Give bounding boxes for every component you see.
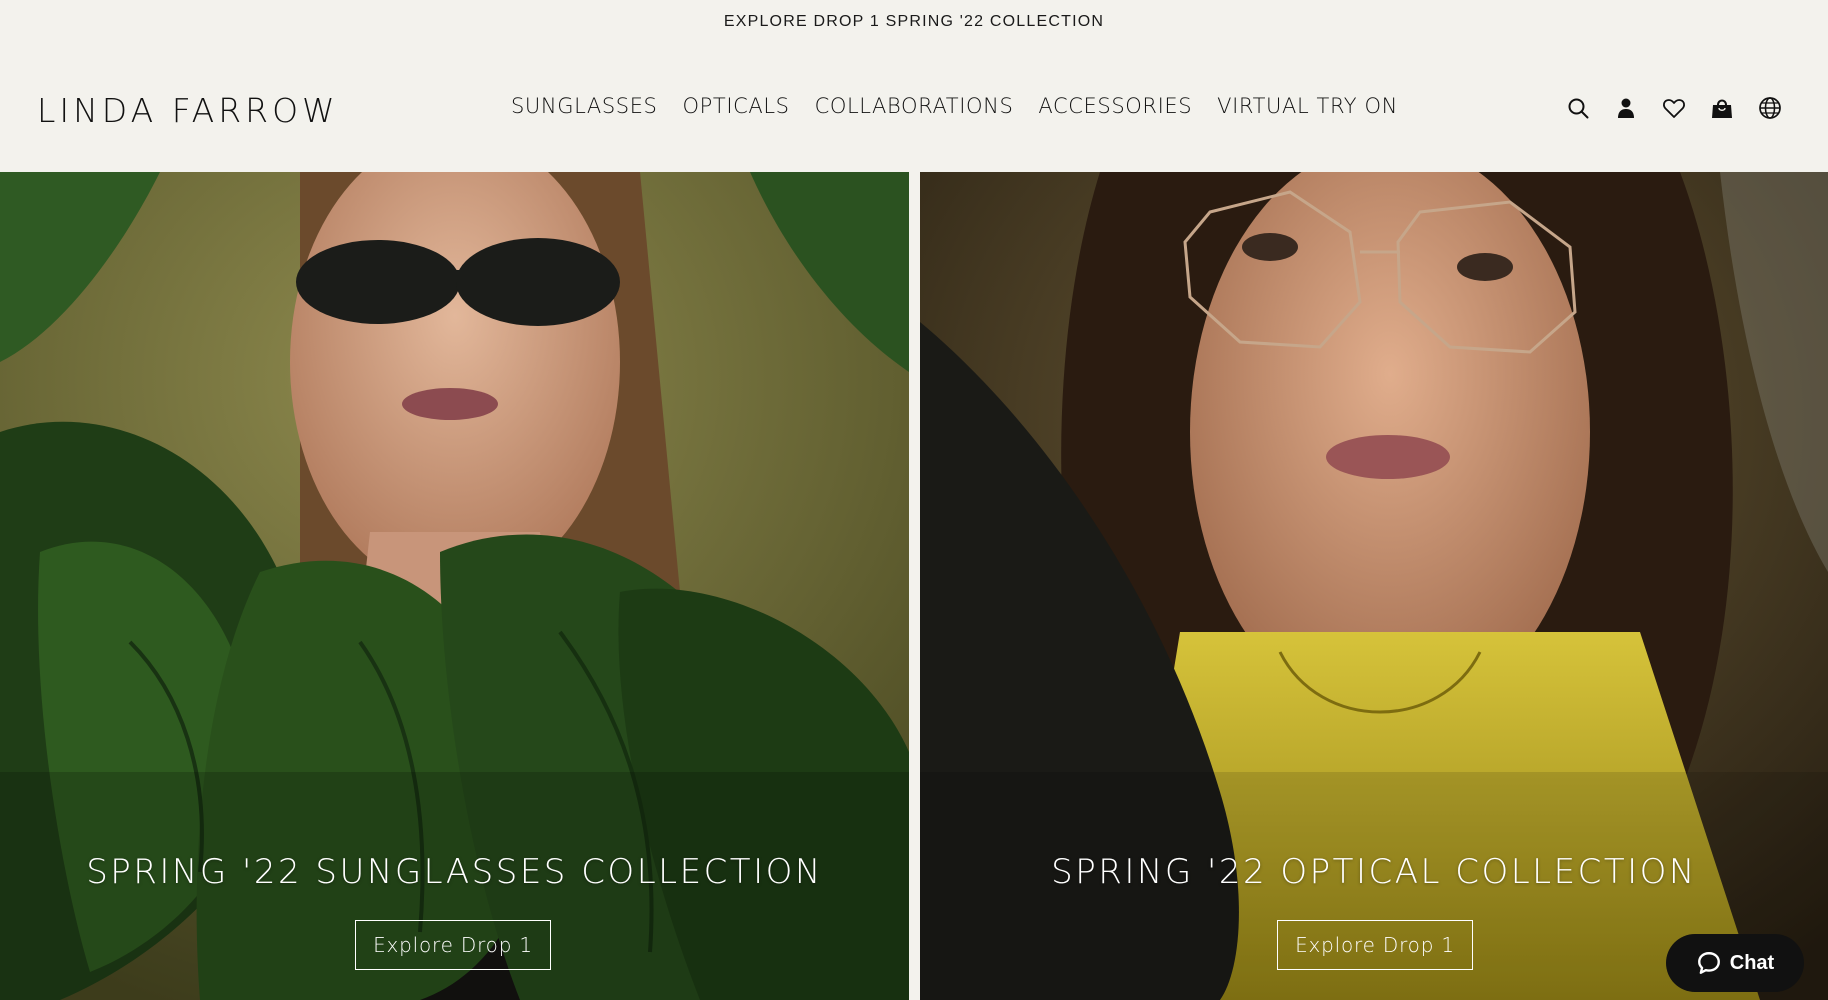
- explore-sunglasses-button[interactable]: Explore Drop 1: [355, 920, 551, 970]
- chat-label: Chat: [1729, 951, 1775, 974]
- account-icon[interactable]: [1614, 96, 1638, 120]
- hero-opticals[interactable]: SPRING '22 OPTICAL COLLECTION Explore Dr…: [920, 172, 1828, 1000]
- chat-button[interactable]: Chat: [1666, 934, 1804, 992]
- globe-icon[interactable]: [1758, 96, 1782, 120]
- hero-opticals-title: SPRING '22 OPTICAL COLLECTION: [1051, 852, 1697, 892]
- bag-icon[interactable]: [1710, 96, 1734, 120]
- announcement-bar[interactable]: EXPLORE DROP 1 SPRING '22 COLLECTION: [0, 0, 1828, 44]
- announcement-text[interactable]: EXPLORE DROP 1 SPRING '22 COLLECTION: [724, 13, 1104, 31]
- site-header: LINDA FARROW SUNGLASSES OPTICALS COLLABO…: [0, 44, 1828, 172]
- explore-opticals-button[interactable]: Explore Drop 1: [1277, 920, 1473, 970]
- main-nav: SUNGLASSES OPTICALS COLLABORATIONS ACCES…: [511, 94, 1398, 118]
- chat-bubble-icon: [1697, 952, 1720, 974]
- nav-item-collaborations[interactable]: COLLABORATIONS: [815, 94, 1014, 118]
- header-icons: [1566, 96, 1782, 120]
- nav-item-accessories[interactable]: ACCESSORIES: [1038, 94, 1192, 118]
- hero-sunglasses[interactable]: SPRING '22 SUNGLASSES COLLECTION Explore…: [0, 172, 909, 1000]
- nav-item-opticals[interactable]: OPTICALS: [683, 94, 790, 118]
- nav-item-virtual-try-on[interactable]: VIRTUAL TRY ON: [1217, 94, 1398, 118]
- hero-sunglasses-title: SPRING '22 SUNGLASSES COLLECTION: [86, 852, 823, 892]
- nav-item-sunglasses[interactable]: SUNGLASSES: [511, 94, 658, 118]
- wishlist-icon[interactable]: [1662, 96, 1686, 120]
- brand-logo[interactable]: LINDA FARROW: [37, 91, 339, 130]
- search-icon[interactable]: [1566, 96, 1590, 120]
